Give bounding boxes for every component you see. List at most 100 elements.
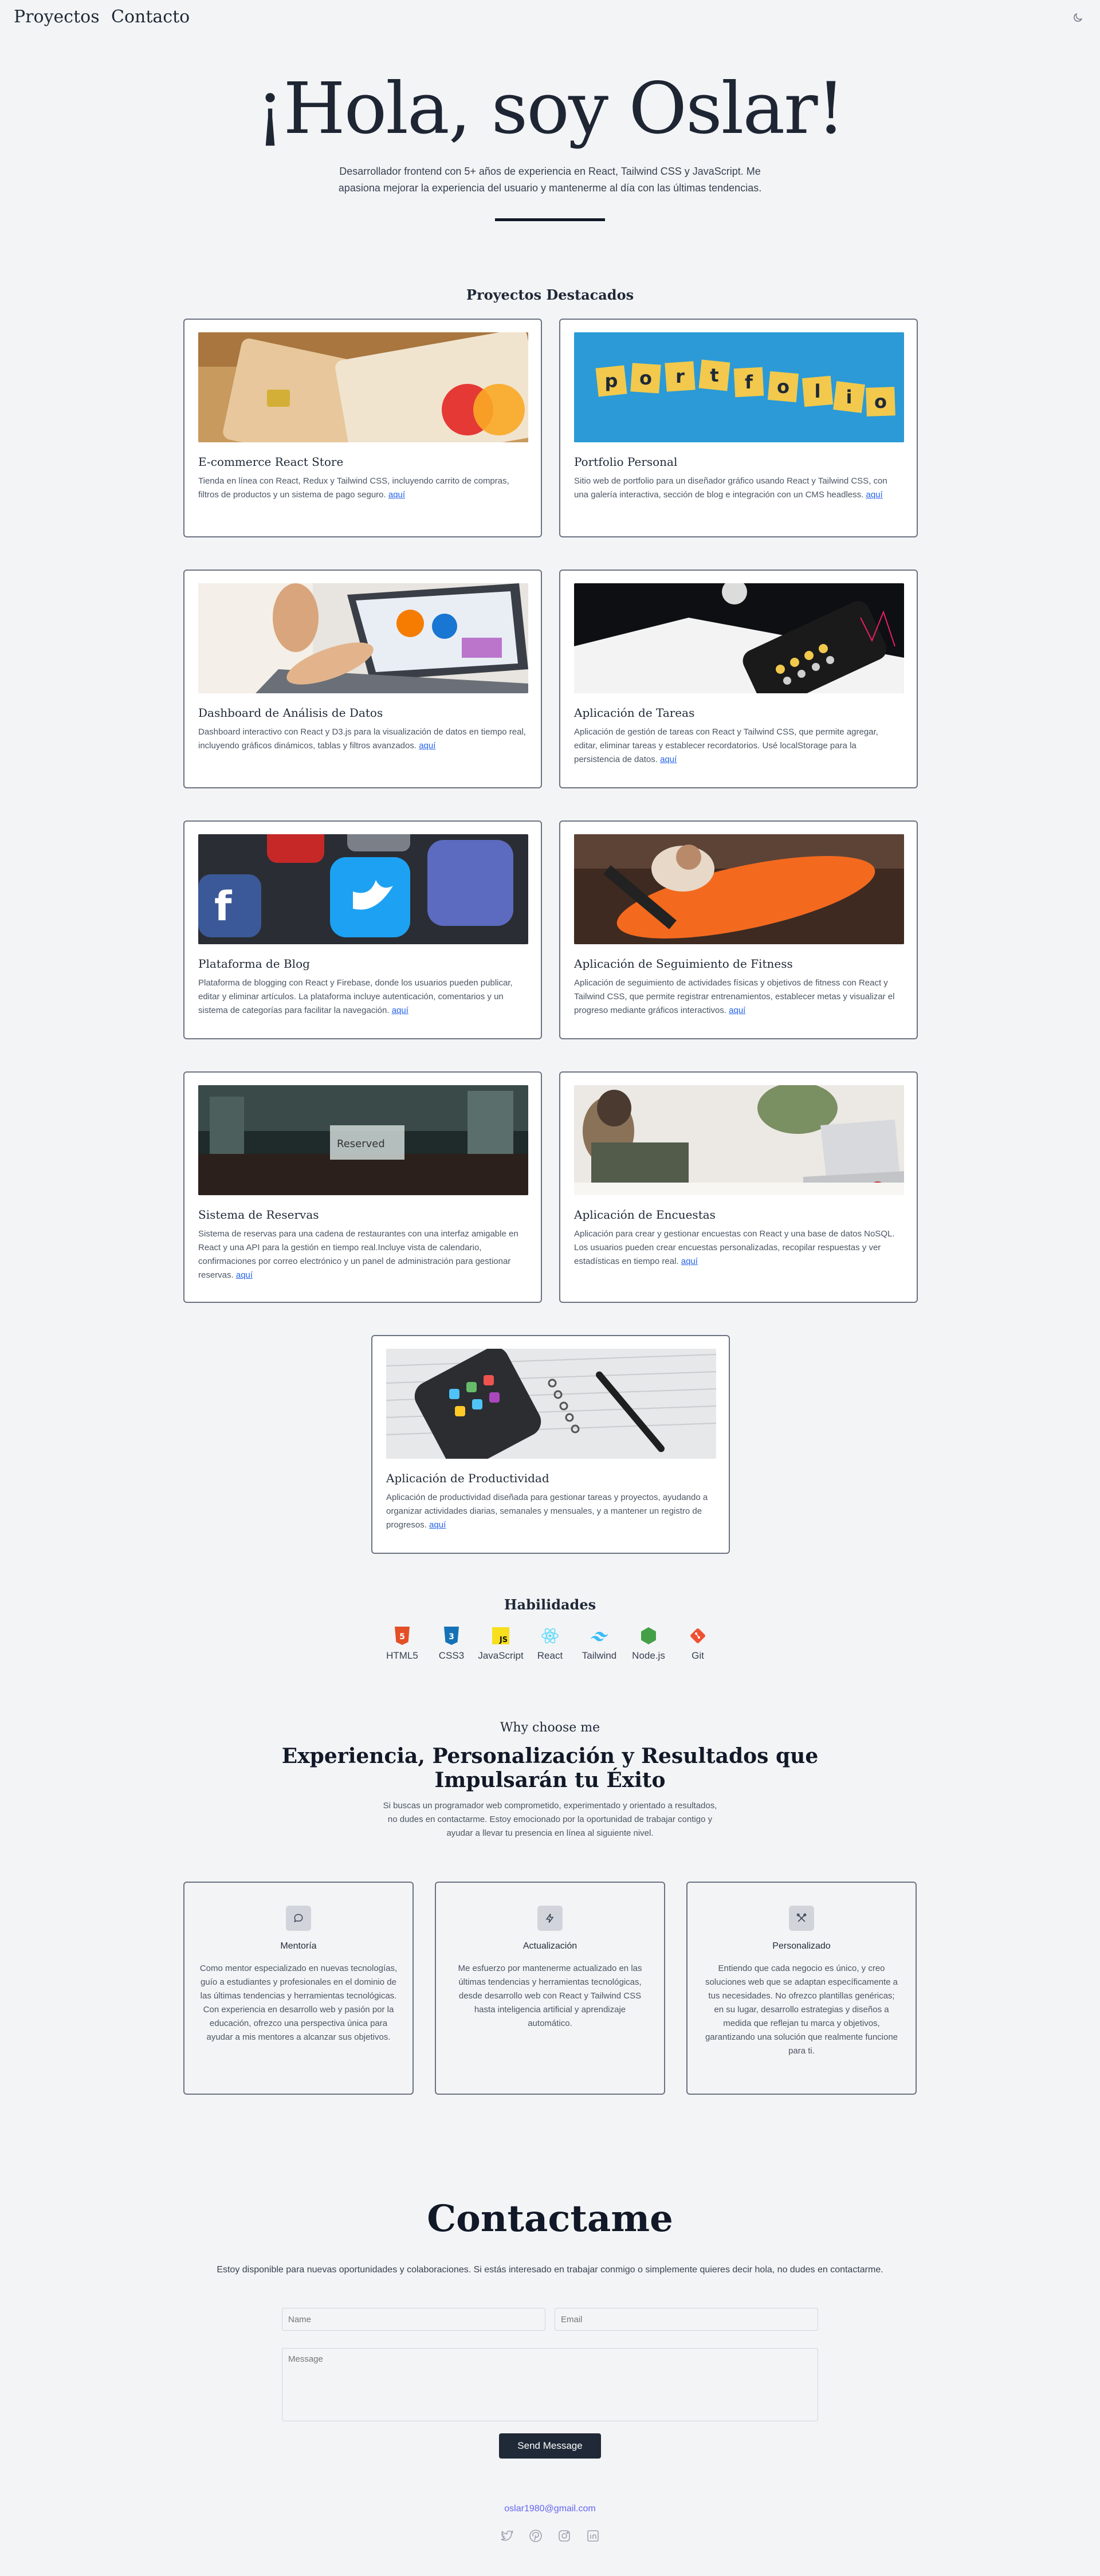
project-image: f (198, 834, 528, 944)
contact-title: Contactame (427, 2197, 673, 2240)
skill-label: HTML5 (386, 1650, 418, 1661)
project-link[interactable]: aquí (681, 1256, 698, 1266)
svg-text:o: o (777, 376, 789, 398)
tailwind-icon (590, 1626, 609, 1646)
project-description: Sistema de reservas para una cadena de r… (198, 1229, 518, 1280)
linkedin-icon[interactable] (585, 2528, 601, 2544)
project-card: Aplicación de Tareas Aplicación de gesti… (559, 570, 918, 788)
why-title: Experiencia, Personalización y Resultado… (281, 1744, 819, 1792)
project-description: Sitio web de portfolio para un diseñador… (574, 476, 887, 500)
project-image (574, 1085, 904, 1195)
project-link[interactable]: aquí (236, 1270, 253, 1280)
svg-text:i: i (846, 386, 852, 408)
skill-item: JS JavaScript (478, 1626, 524, 1662)
project-description: Aplicación para crear y gestionar encues… (574, 1229, 895, 1266)
feature-title: Personalizado (772, 1941, 831, 1951)
why-kicker: Why choose me (500, 1721, 600, 1735)
feature-title: Mentoría (280, 1941, 317, 1951)
project-image (574, 834, 904, 944)
project-title: Dashboard de Análisis de Datos (198, 706, 383, 720)
project-description: Aplicación de gestión de tareas con Reac… (574, 727, 878, 764)
svg-text:p: p (605, 370, 618, 392)
hero-divider (495, 218, 605, 221)
project-card: Dashboard de Análisis de Datos Dashboard… (183, 570, 542, 788)
react-icon (540, 1626, 560, 1646)
skill-item: Tailwind (582, 1626, 617, 1662)
project-description: Plataforma de blogging con React y Fireb… (198, 978, 513, 1015)
project-card: p o r t f o l i o Portfolio Personal Sit… (559, 319, 918, 537)
project-title: Sistema de Reservas (198, 1208, 319, 1222)
project-title: Plataforma de Blog (198, 957, 310, 971)
project-card: Aplicación de Productividad Aplicación d… (371, 1335, 730, 1554)
svg-text:o: o (874, 391, 887, 413)
project-image (574, 583, 904, 693)
theme-toggle-button[interactable] (1068, 8, 1087, 28)
project-description: Tienda en línea con React, Redux y Tailw… (198, 476, 509, 500)
css3-icon: 3 (442, 1626, 461, 1646)
lightning-icon (537, 1906, 563, 1931)
skills-heading: Habilidades (504, 1596, 596, 1613)
project-link[interactable]: aquí (388, 490, 405, 500)
project-link[interactable]: aquí (660, 755, 677, 764)
tools-icon (789, 1906, 814, 1931)
javascript-icon: JS (491, 1626, 510, 1646)
nav-link-projects[interactable]: Proyectos (14, 7, 100, 27)
social-links (0, 2528, 1100, 2544)
project-description: Aplicación de productividad diseñada par… (386, 1493, 708, 1530)
twitter-icon[interactable] (499, 2528, 515, 2544)
project-image (198, 332, 528, 442)
name-input[interactable] (282, 2308, 545, 2331)
skill-label: JavaScript (478, 1650, 524, 1661)
pinterest-icon[interactable] (528, 2528, 544, 2544)
project-title: Portfolio Personal (574, 455, 678, 469)
top-nav: Proyectos Contacto (0, 0, 1100, 37)
project-link[interactable]: aquí (429, 1520, 446, 1530)
skill-item: Node.js (631, 1626, 666, 1662)
feature-description: Como mentor especializado en nuevas tecn… (199, 1964, 398, 2042)
skills-list: 5 HTML5 3 CSS3 JS JavaScript React Tailw… (0, 1626, 1100, 1662)
message-textarea[interactable] (282, 2348, 818, 2421)
project-link[interactable]: aquí (419, 741, 435, 751)
instagram-icon[interactable] (556, 2528, 572, 2544)
git-icon (688, 1626, 708, 1646)
feature-card-personalizado: Personalizado Entiendo que cada negocio … (686, 1882, 917, 2095)
send-message-button[interactable]: Send Message (499, 2433, 601, 2459)
project-link[interactable]: aquí (866, 490, 882, 500)
chat-bubble-icon (286, 1906, 311, 1931)
feature-card-actualizacion: Actualización Me esfuerzo por mantenerme… (435, 1882, 665, 2095)
project-image: Reserved (198, 1085, 528, 1195)
svg-text:Reserved: Reserved (337, 1138, 385, 1150)
project-description: Aplicación de seguimiento de actividades… (574, 978, 895, 1015)
skill-label: Tailwind (582, 1650, 617, 1661)
project-card: Reserved Sistema de Reservas Sistema de … (183, 1071, 542, 1303)
nav-link-contact[interactable]: Contacto (111, 7, 190, 27)
nodejs-icon (639, 1626, 658, 1646)
svg-text:r: r (675, 366, 685, 387)
project-link[interactable]: aquí (392, 1006, 408, 1015)
svg-text:3: 3 (449, 1632, 454, 1642)
hero-subtitle: Desarrollador frontend con 5+ años de ex… (338, 166, 762, 194)
feature-card-mentoria: Mentoría Como mentor especializado en nu… (183, 1882, 414, 2095)
why-subtitle: Si buscas un programador web comprometid… (383, 1801, 717, 1838)
html5-icon: 5 (392, 1626, 412, 1646)
svg-text:o: o (639, 367, 652, 389)
feature-description: Entiendo que cada negocio es único, y cr… (705, 1964, 898, 2056)
project-link[interactable]: aquí (729, 1006, 745, 1015)
project-image (198, 583, 528, 693)
project-image (386, 1349, 716, 1459)
skill-label: CSS3 (438, 1650, 465, 1661)
skill-item: 5 HTML5 (384, 1626, 420, 1662)
svg-text:f: f (214, 883, 233, 930)
project-title: Aplicación de Encuestas (574, 1208, 716, 1222)
feature-title: Actualización (522, 1941, 578, 1951)
project-title: E-commerce React Store (198, 455, 344, 469)
project-title: Aplicación de Productividad (386, 1471, 549, 1485)
project-card: f Plataforma de Blog Plataforma de blogg… (183, 820, 542, 1039)
svg-text:JS: JS (499, 1636, 508, 1644)
contact-email-link[interactable]: oslar1980@gmail.com (0, 2504, 1100, 2514)
svg-text:5: 5 (399, 1632, 405, 1642)
skill-label: React (537, 1650, 563, 1661)
skill-item: Git (680, 1626, 716, 1662)
project-title: Aplicación de Seguimiento de Fitness (574, 957, 793, 971)
email-input[interactable] (555, 2308, 818, 2331)
